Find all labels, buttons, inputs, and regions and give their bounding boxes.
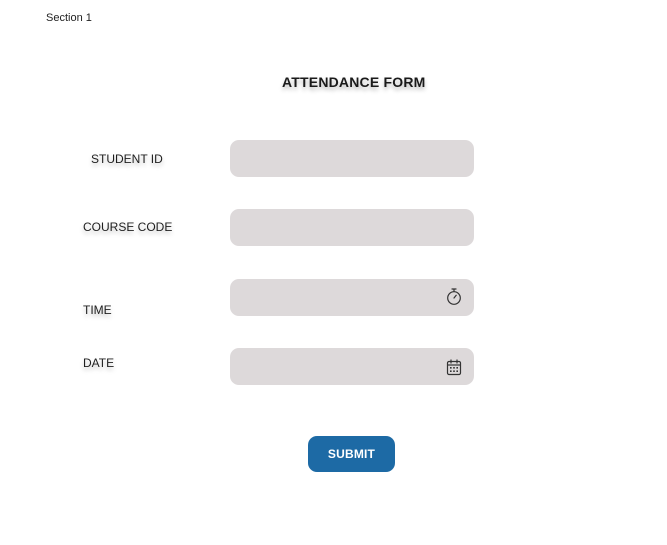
course-code-input[interactable]: [230, 209, 474, 246]
course-code-label: COURSE CODE: [83, 220, 173, 234]
date-input[interactable]: [230, 348, 474, 385]
student-id-label: STUDENT ID: [91, 152, 163, 166]
time-input[interactable]: [230, 279, 474, 316]
stopwatch-icon[interactable]: [445, 288, 463, 306]
student-id-input[interactable]: [230, 140, 474, 177]
time-label: TIME: [83, 303, 112, 317]
submit-button[interactable]: SUBMIT: [308, 436, 395, 472]
form-title: ATTENDANCE FORM: [282, 74, 426, 90]
date-label: DATE: [83, 356, 115, 370]
calendar-icon[interactable]: [445, 358, 463, 376]
section-label: Section 1: [46, 12, 92, 24]
